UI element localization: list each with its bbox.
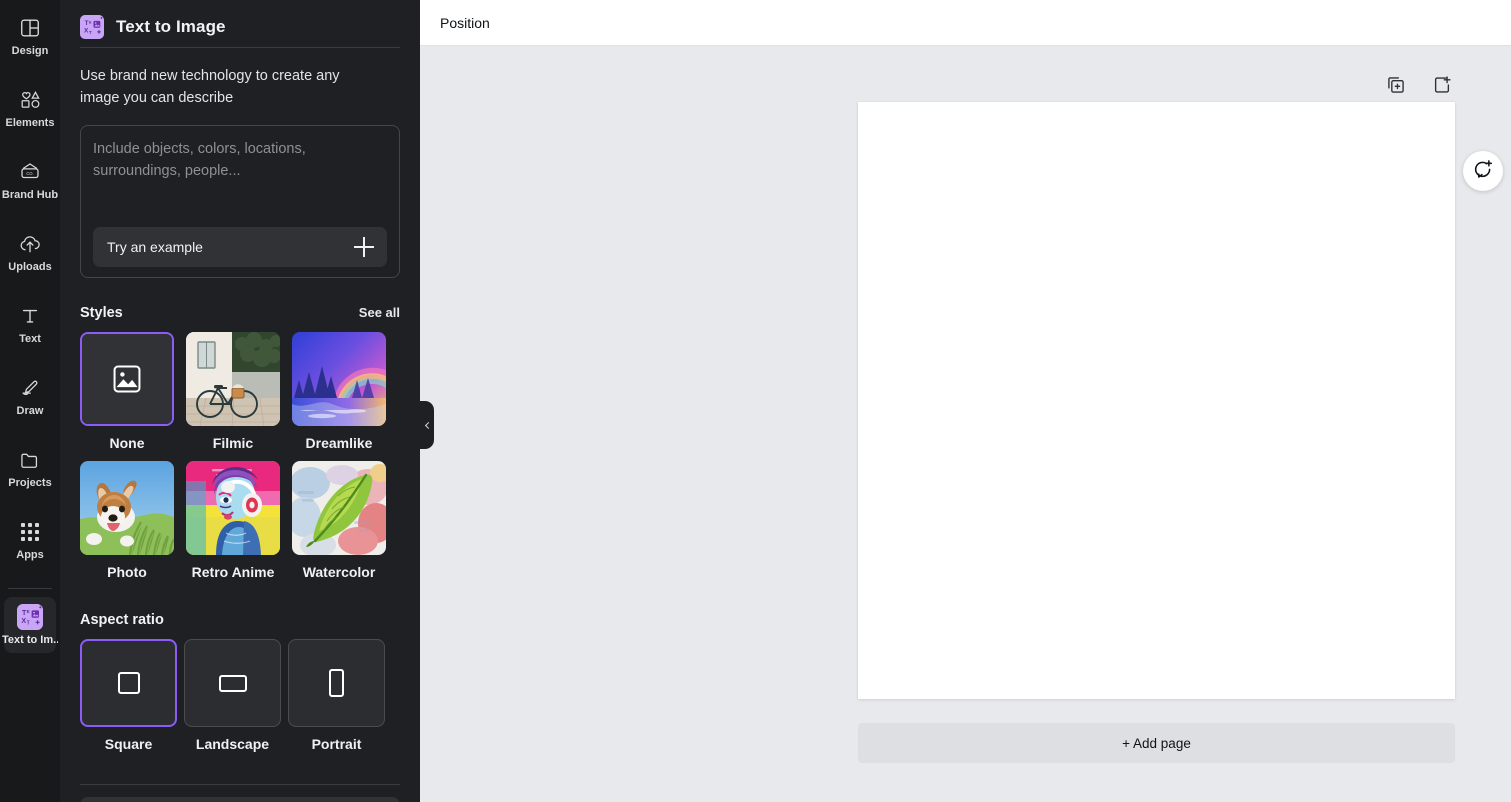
duplicate-page-icon[interactable] [1383, 72, 1409, 98]
sidebar-item-text[interactable]: Text [4, 296, 56, 352]
sidebar-item-label: Text [19, 332, 41, 345]
style-option-photo[interactable]: Photo [80, 461, 174, 590]
design-page-canvas[interactable] [858, 102, 1455, 699]
portrait-shape-icon [329, 669, 344, 697]
draw-icon [18, 376, 42, 400]
sidebar-item-label: Uploads [8, 260, 52, 273]
styles-grid: None Filmic Dreamlike Photo Retro Anime … [80, 332, 400, 590]
sidebar-item-label: Text to Im... [2, 633, 58, 646]
style-thumbnail[interactable] [80, 332, 174, 426]
panel-bottom-divider [80, 784, 400, 785]
text-to-image-icon: T E X T [17, 603, 43, 630]
style-option-filmic[interactable]: Filmic [186, 332, 280, 461]
sidebar-item-uploads[interactable]: Uploads [4, 224, 56, 280]
sidebar-item-design[interactable]: Design [4, 8, 56, 64]
square-shape-icon [117, 672, 140, 694]
style-label: Retro Anime [191, 564, 275, 580]
text-icon [19, 304, 41, 328]
projects-icon [18, 448, 42, 472]
prompt-input-container[interactable]: Include objects, colors, locations, surr… [80, 125, 400, 278]
aspect-ratio-option-landscape[interactable]: Landscape [184, 639, 281, 752]
panel-description: Use brand new technology to create any i… [80, 68, 340, 106]
style-option-watercolor[interactable]: Watercolor [292, 461, 386, 590]
landscape-shape-icon [218, 674, 247, 692]
brand-hub-icon: CO. [18, 160, 42, 184]
apps-icon [20, 520, 40, 544]
canvas-area: + Add page [420, 46, 1511, 802]
style-label: Watercolor [302, 564, 376, 580]
svg-text:CO.: CO. [26, 170, 33, 175]
sidebar-item-brand-hub[interactable]: CO. Brand Hub [1, 152, 59, 208]
sidebar-item-apps[interactable]: Apps [4, 512, 56, 568]
text-to-image-panel: T E X T Text to Image Use brand new tech… [60, 0, 420, 802]
svg-text:E: E [27, 609, 30, 614]
sidebar-item-label: Design [11, 44, 49, 57]
aspect-ratio-option-portrait[interactable]: Portrait [288, 639, 385, 752]
generate-button[interactable] [80, 797, 400, 802]
style-thumbnail[interactable] [186, 332, 280, 426]
page-tools [1383, 72, 1455, 98]
aspect-ratio-section-header: Aspect ratio [80, 612, 400, 628]
aspect-ratio-box[interactable] [184, 639, 281, 727]
uploads-icon [18, 232, 42, 256]
sidebar-item-text-to-image[interactable]: T E X T Text to Im... [2, 597, 58, 653]
styles-title: Styles [80, 305, 123, 321]
text-to-image-icon: T E X T [80, 15, 104, 39]
sidebar-item-projects[interactable]: Projects [4, 440, 56, 496]
aspect-ratio-label: Square [104, 736, 153, 752]
aspect-ratio-box[interactable] [80, 639, 177, 727]
styles-see-all-link[interactable]: See all [359, 305, 400, 320]
collapse-panel-button[interactable] [420, 401, 434, 449]
style-label: Dreamlike [305, 435, 373, 451]
comment-add-icon [1472, 158, 1494, 185]
svg-text:T: T [27, 620, 30, 626]
rail-divider [8, 588, 52, 589]
aspect-ratio-label: Portrait [311, 736, 362, 752]
chevron-left-icon [424, 421, 432, 429]
add-page-button[interactable]: + Add page [858, 723, 1455, 763]
left-rail: Design Elements CO. Brand Hub Uploads Te… [0, 0, 60, 802]
aspect-ratio-label: Landscape [195, 736, 270, 752]
sidebar-item-label: Brand Hub [1, 188, 59, 201]
plus-icon [354, 237, 374, 257]
style-option-none[interactable]: None [80, 332, 174, 461]
aspect-ratio-grid: Square Landscape Portrait [80, 639, 400, 752]
style-thumbnail[interactable] [292, 332, 386, 426]
sidebar-item-label: Draw [16, 404, 44, 417]
prompt-input[interactable]: Include objects, colors, locations, surr… [93, 138, 363, 182]
sidebar-item-label: Apps [16, 548, 44, 561]
aspect-ratio-box[interactable] [288, 639, 385, 727]
aspect-ratio-title: Aspect ratio [80, 612, 164, 628]
main-area: Position + Add page [420, 0, 1511, 802]
sidebar-item-label: Elements [5, 116, 55, 129]
add-comment-button[interactable] [1463, 151, 1503, 191]
sidebar-item-label: Projects [8, 476, 52, 489]
styles-section-header: Styles See all [80, 305, 400, 321]
elements-icon [19, 88, 42, 112]
try-an-example-label: Try an example [107, 239, 203, 255]
app-root: Design Elements CO. Brand Hub Uploads Te… [0, 0, 1511, 802]
style-option-retro-anime[interactable]: Retro Anime [186, 461, 280, 590]
style-label: Filmic [212, 435, 254, 451]
svg-text:E: E [89, 19, 92, 24]
add-page-icon[interactable] [1429, 72, 1455, 98]
style-thumbnail[interactable] [80, 461, 174, 555]
try-an-example-button[interactable]: Try an example [93, 227, 387, 267]
header-divider [80, 47, 400, 48]
svg-text:T: T [89, 30, 92, 35]
page-title: Text to Image [116, 17, 226, 36]
style-thumbnail[interactable] [186, 461, 280, 555]
design-icon [19, 16, 41, 40]
add-page-label: + Add page [1122, 735, 1191, 751]
sidebar-item-draw[interactable]: Draw [4, 368, 56, 424]
sidebar-item-elements[interactable]: Elements [4, 80, 56, 136]
style-label: None [109, 435, 145, 451]
style-label: Photo [107, 564, 147, 580]
panel-header: T E X T Text to Image [80, 0, 400, 46]
style-thumbnail[interactable] [292, 461, 386, 555]
top-toolbar: Position [420, 0, 1511, 46]
aspect-ratio-option-square[interactable]: Square [80, 639, 177, 752]
style-option-dreamlike[interactable]: Dreamlike [292, 332, 386, 461]
position-button[interactable]: Position [440, 15, 490, 31]
